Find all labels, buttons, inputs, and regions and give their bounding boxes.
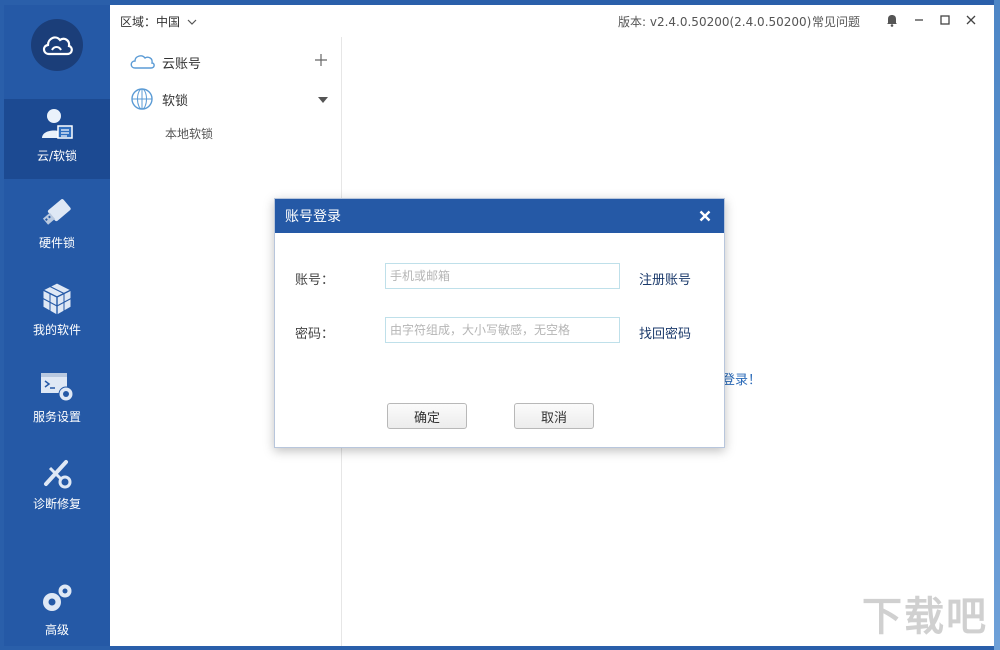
- register-account-link[interactable]: 注册账号: [639, 269, 691, 288]
- nav-label: 云/软锁: [37, 147, 77, 164]
- nav-my-software[interactable]: 我的软件: [4, 273, 110, 353]
- title-bar: 区域：中国 版本: v2.4.0.50200(2.4.0.50200) 常见问题: [110, 5, 994, 37]
- nav-cloud-soft-lock[interactable]: 云/软锁: [4, 99, 110, 179]
- close-icon: [965, 14, 977, 26]
- nav-label: 诊断修复: [33, 495, 81, 512]
- region-selector[interactable]: 区域：中国: [120, 13, 197, 30]
- tree-item-soft-lock[interactable]: 软锁: [128, 86, 334, 112]
- tree-item-cloud-account[interactable]: 云账号: [128, 49, 334, 75]
- nav-diagnose-repair[interactable]: 诊断修复: [4, 447, 110, 527]
- minimize-icon: [913, 14, 925, 26]
- chevron-down-icon: [187, 18, 197, 26]
- left-nav: 云/软锁 硬件锁: [4, 5, 110, 646]
- region-label: 区域：中国: [120, 15, 180, 29]
- version-text: 版本: v2.4.0.50200(2.4.0.50200): [618, 13, 811, 30]
- nav-label: 硬件锁: [39, 234, 75, 251]
- terminal-gear-icon: [37, 366, 77, 406]
- add-icon[interactable]: [314, 53, 328, 71]
- ok-button[interactable]: 确定: [387, 403, 467, 429]
- cloud-icon: [128, 50, 156, 74]
- account-input[interactable]: [385, 263, 620, 289]
- close-button[interactable]: [962, 11, 980, 29]
- user-card-icon: [37, 105, 77, 145]
- nav-label: 服务设置: [33, 408, 81, 425]
- login-dialog: 账号登录 账号： 注册账号 密码： 找回密码 确定 取消: [274, 198, 725, 448]
- nav-label: 高级: [45, 621, 69, 638]
- login-hint-text[interactable]: 登录！: [722, 369, 761, 388]
- password-input[interactable]: [385, 317, 620, 343]
- globe-icon: [128, 87, 156, 111]
- watermark-logo: 下载吧: [862, 584, 988, 642]
- dialog-close-button[interactable]: [696, 207, 714, 225]
- minimize-button[interactable]: [910, 11, 928, 29]
- nav-label: 我的软件: [33, 321, 81, 338]
- recover-password-link[interactable]: 找回密码: [639, 323, 691, 342]
- faq-link[interactable]: 常见问题: [812, 13, 860, 30]
- usb-dongle-icon: [37, 192, 77, 232]
- cloud-logo-icon: [40, 30, 74, 60]
- notification-button[interactable]: [883, 11, 901, 29]
- gears-icon: [37, 579, 77, 619]
- cancel-button[interactable]: 取消: [514, 403, 594, 429]
- tree-item-local-soft-lock[interactable]: 本地软锁: [165, 125, 213, 142]
- nav-advanced[interactable]: 高级: [4, 573, 110, 646]
- password-label: 密码：: [295, 323, 334, 342]
- desktop-background: [994, 0, 1000, 650]
- maximize-icon: [939, 14, 951, 26]
- caret-down-icon[interactable]: [318, 92, 328, 107]
- wrench-icon: [37, 453, 77, 493]
- maximize-button[interactable]: [936, 11, 954, 29]
- tree-item-label: 软锁: [162, 90, 188, 109]
- account-label: 账号：: [295, 269, 334, 288]
- tree-item-label: 云账号: [162, 53, 201, 72]
- dialog-title: 账号登录: [285, 206, 341, 226]
- bell-icon: [885, 13, 899, 27]
- close-icon: [699, 210, 711, 222]
- nav-hardware-lock[interactable]: 硬件锁: [4, 186, 110, 266]
- cubes-icon: [37, 279, 77, 319]
- app-logo: [31, 19, 83, 71]
- dialog-header: 账号登录: [275, 199, 724, 233]
- nav-service-settings[interactable]: 服务设置: [4, 360, 110, 440]
